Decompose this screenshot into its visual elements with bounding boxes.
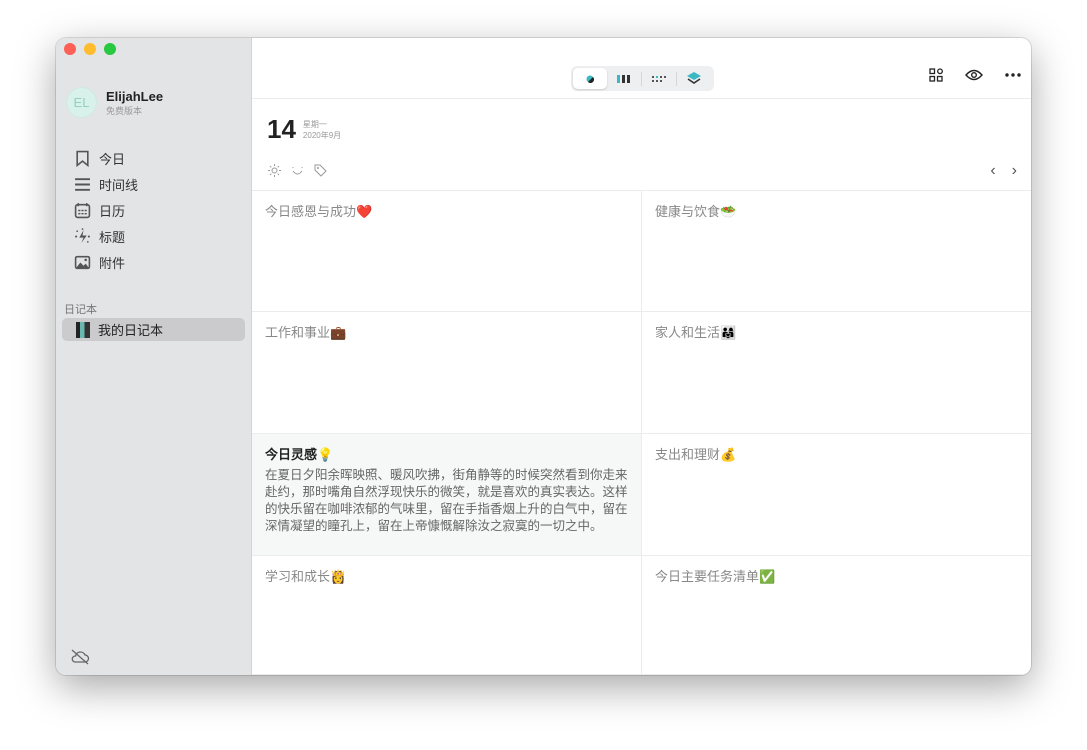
sidebar-item-titles[interactable]: 标题 [74,223,138,249]
sidebar-item-label: 日历 [99,203,126,219]
day-number: 14 [267,114,296,144]
close-button[interactable] [64,43,76,55]
user-name: ElijahLee [106,88,164,104]
journal-section[interactable]: 学习和成长👸 [252,556,642,675]
zoom-button[interactable] [104,43,116,55]
section-title: 工作和事业💼 [265,325,347,340]
dots-grid-icon [652,75,666,82]
journal-section[interactable]: 今日灵感💡 在夏日夕阳余晖映照、暖风吹拂，街角静等的时候突然看到你走来赴约，那时嘴… [252,434,642,556]
section-title: 学习和成长👸 [265,569,347,584]
user-profile[interactable]: EL ElijahLee 免费版本 [66,87,163,118]
menu-icon [75,177,90,191]
pager: ‹ › [990,162,1017,180]
view-columns-button[interactable] [607,68,641,89]
sparkle-icon [75,227,90,243]
app-window: EL ElijahLee 免费版本 今日 时间线 日历 标题 附件 日记本 我的日… [56,38,1031,675]
tag-icon[interactable] [314,164,327,177]
date-header: 14 星期一 2020年9月 [267,114,341,145]
journal-section[interactable]: 今日主要任务清单✅ [642,556,1031,675]
section-title: 健康与饮食🥗 [655,204,737,219]
eye-icon[interactable] [965,69,983,81]
weekday: 星期一 [302,119,327,129]
prev-day-button[interactable]: ‹ [990,162,995,180]
month-year: 2020年9月 [302,130,342,140]
notebook-cover-icon [76,321,90,338]
section-title: 今日灵感💡 [265,447,334,462]
journal-section[interactable]: 支出和理财💰 [642,434,1031,556]
journal-section[interactable]: 今日感恩与成功❤️ [252,191,642,312]
sidebar-item-label: 时间线 [99,177,139,193]
calendar-icon [74,202,91,218]
window-controls [64,43,116,55]
bookmark-icon [76,150,89,167]
sidebar-item-label: 今日 [99,151,126,167]
sidebar: EL ElijahLee 免费版本 今日 时间线 日历 标题 附件 日记本 我的日… [56,38,252,675]
view-stack-button[interactable] [677,68,711,89]
toolbar [252,38,1031,99]
grid-icon[interactable] [929,68,943,82]
avatar: EL [66,87,97,118]
section-title: 家人和生活👨‍👩‍👧 [655,325,737,340]
sidebar-nav: 今日 时间线 日历 标题 附件 [74,145,138,275]
journal-section[interactable]: 工作和事业💼 [252,312,642,434]
view-mode-switcher [571,66,714,91]
more-icon[interactable] [1005,73,1021,77]
mood-smile-icon[interactable] [291,164,304,177]
user-plan: 免费版本 [106,105,143,116]
layers-icon [687,72,701,84]
sidebar-item-calendar[interactable]: 日历 [74,197,138,223]
image-icon [74,255,91,269]
section-title: 今日感恩与成功❤️ [265,204,373,219]
notebooks-section-label: 日记本 [64,304,97,316]
sidebar-item-label: 附件 [99,255,126,271]
notebook-item[interactable]: 我的日记本 [62,318,245,341]
section-title: 支出和理财💰 [655,447,737,462]
sidebar-item-label: 标题 [99,229,126,245]
next-day-button[interactable]: › [1012,162,1017,180]
minimize-button[interactable] [84,43,96,55]
journal-grid: 今日感恩与成功❤️ 健康与饮食🥗 工作和事业💼 家人和生活👨‍👩‍👧 今日灵感💡… [252,190,1031,675]
view-dots-button[interactable] [642,68,676,89]
dot-icon [586,75,594,83]
weather-sun-icon[interactable] [268,164,281,177]
view-day-button[interactable] [573,68,607,89]
section-body[interactable]: 在夏日夕阳余晖映照、暖风吹拂，街角静等的时候突然看到你走来赴约，那时嘴角自然浮现… [265,467,628,535]
cloud-off-icon[interactable] [70,649,90,665]
main-panel: 14 星期一 2020年9月 ‹ › 今日感恩与成功❤️ 健康与饮食🥗 工作和事业💼… [252,38,1031,675]
section-title: 今日主要任务清单✅ [655,569,776,584]
columns-icon [617,74,630,83]
sidebar-item-attachments[interactable]: 附件 [74,249,138,275]
sidebar-item-today[interactable]: 今日 [74,145,138,171]
entry-tools [268,164,327,177]
notebook-label: 我的日记本 [98,323,164,338]
journal-section[interactable]: 健康与饮食🥗 [642,191,1031,312]
sidebar-item-timeline[interactable]: 时间线 [74,171,138,197]
journal-section[interactable]: 家人和生活👨‍👩‍👧 [642,312,1031,434]
